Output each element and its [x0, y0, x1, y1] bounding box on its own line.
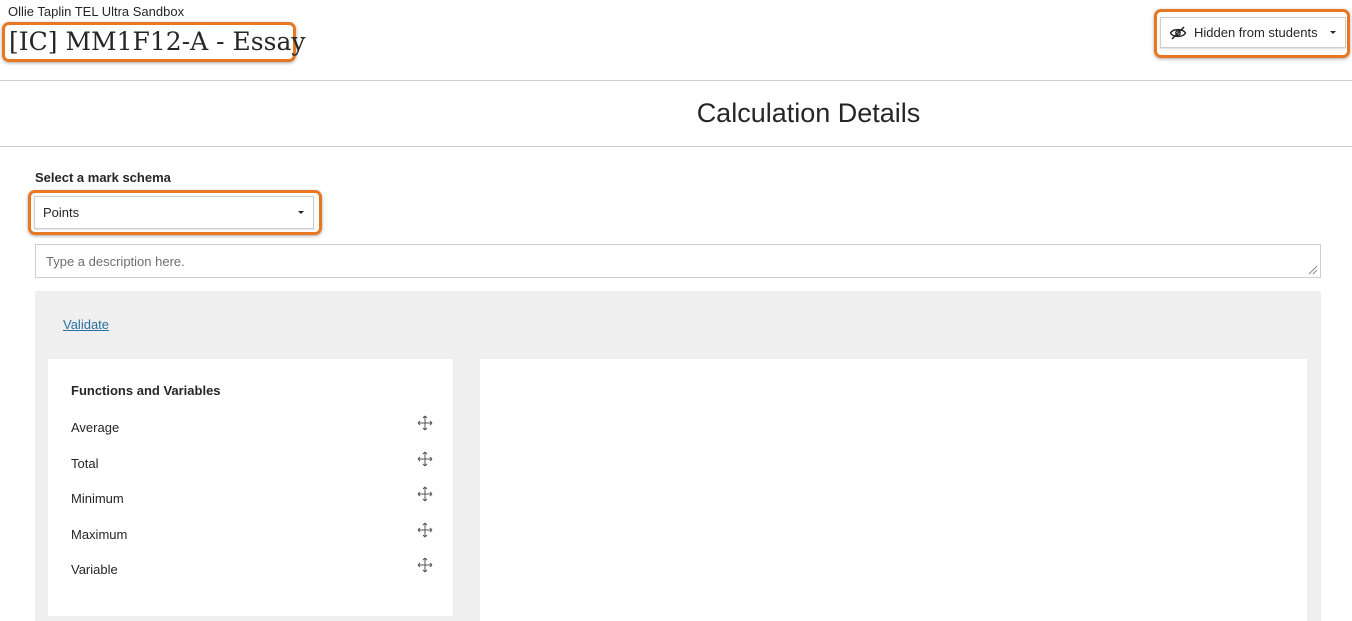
- section-title: Calculation Details: [696, 98, 921, 128]
- visibility-label: Hidden from students: [1194, 25, 1318, 40]
- calculation-canvas[interactable]: [480, 359, 1307, 621]
- description-input[interactable]: Type a description here.: [35, 244, 1321, 278]
- chevron-down-icon: [298, 211, 304, 214]
- function-label: Average: [71, 420, 120, 435]
- description-placeholder: Type a description here.: [46, 254, 185, 269]
- function-item-maximum[interactable]: Maximum: [71, 522, 433, 545]
- eye-slash-icon: [1169, 25, 1187, 40]
- function-item-variable[interactable]: Variable: [71, 557, 433, 580]
- schema-label: Select a mark schema: [35, 170, 171, 185]
- function-label: Variable: [71, 562, 118, 577]
- chevron-down-icon: [1330, 31, 1336, 34]
- function-item-total[interactable]: Total: [71, 451, 433, 474]
- page-title: [IC] MM1F12-A - Essay: [9, 27, 306, 56]
- move-icon[interactable]: [417, 415, 433, 431]
- mark-schema-value: Points: [43, 205, 80, 220]
- calculation-workspace: Validate Functions and Variables Average…: [35, 291, 1321, 621]
- function-label: Total: [71, 456, 99, 471]
- function-item-minimum[interactable]: Minimum: [71, 486, 433, 509]
- function-item-average[interactable]: Average: [71, 415, 433, 438]
- move-icon[interactable]: [417, 486, 433, 502]
- mark-schema-select[interactable]: Points: [34, 196, 314, 229]
- header-divider: [0, 80, 1352, 81]
- function-label: Maximum: [71, 527, 128, 542]
- course-name: Ollie Taplin TEL Ultra Sandbox: [8, 4, 185, 19]
- move-icon[interactable]: [417, 557, 433, 573]
- function-label: Minimum: [71, 491, 124, 506]
- resize-grip-icon[interactable]: [1308, 265, 1318, 275]
- move-icon[interactable]: [417, 522, 433, 538]
- move-icon[interactable]: [417, 451, 433, 467]
- visibility-dropdown[interactable]: Hidden from students: [1160, 17, 1346, 48]
- functions-panel: Functions and Variables Average Total Mi…: [48, 359, 453, 616]
- section-divider: [0, 146, 1352, 147]
- functions-panel-title: Functions and Variables: [71, 383, 221, 398]
- validate-link[interactable]: Validate: [63, 317, 109, 332]
